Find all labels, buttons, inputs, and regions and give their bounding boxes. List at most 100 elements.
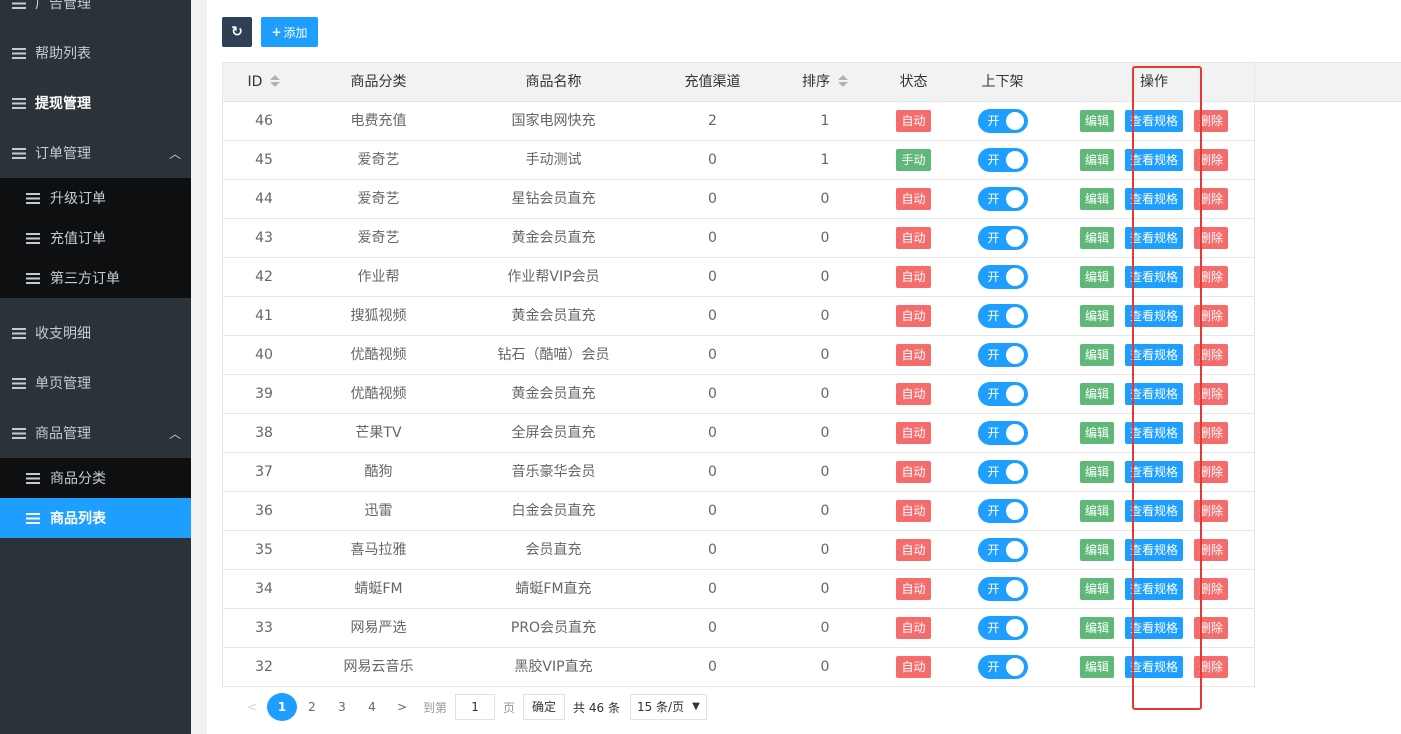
view-spec-button[interactable]: 查看规格 [1125,266,1184,288]
sidebar-item-withdraw[interactable]: 提现管理 [0,78,191,128]
delete-button[interactable]: 删除 [1194,110,1229,132]
view-spec-button[interactable]: 查看规格 [1125,383,1184,405]
cell-category: 蜻蜓FM [354,581,403,597]
status-badge: 自动 [896,227,931,249]
edit-button[interactable]: 编辑 [1080,461,1115,483]
shelf-toggle[interactable]: 开 [977,538,1028,562]
sidebar-item-goods-category[interactable]: 商品分类 [0,458,191,498]
edit-button[interactable]: 编辑 [1080,383,1115,405]
table-row: 44 爱奇艺 星钻会员直充 0 0 自动 开 编辑 查看规格 删除 [223,180,1254,219]
delete-button[interactable]: 删除 [1194,383,1229,405]
view-spec-button[interactable]: 查看规格 [1125,578,1184,600]
edit-button[interactable]: 编辑 [1080,305,1115,327]
sidebar-item-label: 提现管理 [35,96,91,112]
delete-button[interactable]: 删除 [1194,500,1229,522]
delete-button[interactable]: 删除 [1194,149,1229,171]
edit-button[interactable]: 编辑 [1080,344,1115,366]
edit-button[interactable]: 编辑 [1080,617,1115,639]
shelf-toggle[interactable]: 开 [977,304,1028,328]
status-badge: 自动 [896,110,931,132]
sidebar-item-pages[interactable]: 单页管理 [0,358,191,408]
column-header-sort[interactable]: 排序 [770,63,880,102]
page-button[interactable]: 2 [297,693,327,721]
edit-button[interactable]: 编辑 [1080,227,1115,249]
delete-button[interactable]: 删除 [1194,539,1229,561]
edit-button[interactable]: 编辑 [1080,539,1115,561]
delete-button[interactable]: 删除 [1194,656,1229,678]
cell-sort: 1 [820,152,830,168]
table-row: 34 蜻蜓FM 蜻蜓FM直充 0 0 自动 开 编辑 查看规格 删除 [223,570,1254,609]
view-spec-button[interactable]: 查看规格 [1125,617,1184,639]
sidebar-item-label: 单页管理 [35,376,91,392]
status-badge: 自动 [896,344,931,366]
sidebar-item-third-party-orders[interactable]: 第三方订单 [0,258,191,298]
cell-status: 自动 [880,570,947,608]
sidebar-item-upgrade-orders[interactable]: 升级订单 [0,178,191,218]
delete-button[interactable]: 删除 [1194,578,1229,600]
view-spec-button[interactable]: 查看规格 [1125,149,1184,171]
cell-sort: 0 [820,659,830,675]
view-spec-button[interactable]: 查看规格 [1125,305,1184,327]
view-spec-button[interactable]: 查看规格 [1125,539,1184,561]
delete-button[interactable]: 删除 [1194,227,1229,249]
shelf-toggle[interactable]: 开 [977,616,1028,640]
prev-page-button[interactable]: < [237,693,267,721]
view-spec-button[interactable]: 查看规格 [1125,422,1184,444]
edit-button[interactable]: 编辑 [1080,578,1115,600]
refresh-button[interactable]: ↻ [222,17,252,47]
delete-button[interactable]: 删除 [1194,188,1229,210]
shelf-toggle[interactable]: 开 [977,382,1028,406]
page-button-current[interactable]: 1 [267,693,297,721]
view-spec-button[interactable]: 查看规格 [1125,344,1184,366]
add-button[interactable]: + 添加 [261,17,318,47]
view-spec-button[interactable]: 查看规格 [1125,188,1184,210]
edit-button[interactable]: 编辑 [1080,149,1115,171]
delete-button[interactable]: 删除 [1194,461,1229,483]
sidebar-item-recharge-orders[interactable]: 充值订单 [0,218,191,258]
delete-button[interactable]: 删除 [1194,305,1229,327]
edit-button[interactable]: 编辑 [1080,188,1115,210]
view-spec-button[interactable]: 查看规格 [1125,500,1184,522]
next-page-button[interactable]: > [387,693,417,721]
goto-page-input[interactable]: 1 [455,694,496,720]
view-spec-button[interactable]: 查看规格 [1125,227,1184,249]
delete-button[interactable]: 删除 [1194,422,1229,444]
cell-id: 42 [255,269,273,285]
shelf-toggle[interactable]: 开 [977,577,1028,601]
page-size-select[interactable]: 15 条/页 ▼ [629,694,707,720]
view-spec-button[interactable]: 查看规格 [1125,461,1184,483]
view-spec-button[interactable]: 查看规格 [1125,110,1184,132]
sidebar-item-finance[interactable]: 收支明细 [0,308,191,358]
shelf-toggle[interactable]: 开 [977,109,1028,133]
goto-confirm-button[interactable]: 确定 [523,694,566,720]
shelf-toggle[interactable]: 开 [977,460,1028,484]
edit-button[interactable]: 编辑 [1080,110,1115,132]
view-spec-button[interactable]: 查看规格 [1125,656,1184,678]
sidebar-item-ads[interactable]: 广告管理 [0,0,191,28]
sidebar-item-goods[interactable]: 商品管理 ︿ [0,408,191,458]
edit-button[interactable]: 编辑 [1080,422,1115,444]
sort-icon[interactable] [838,75,848,87]
page-button[interactable]: 3 [327,693,357,721]
shelf-toggle[interactable]: 开 [977,343,1028,367]
sidebar-item-goods-list[interactable]: 商品列表 [0,498,191,538]
page-button[interactable]: 4 [357,693,387,721]
sidebar-item-help[interactable]: 帮助列表 [0,28,191,78]
delete-button[interactable]: 删除 [1194,617,1229,639]
shelf-toggle[interactable]: 开 [977,265,1028,289]
column-header-id[interactable]: ID [223,63,305,102]
edit-button[interactable]: 编辑 [1080,656,1115,678]
cell-shelf: 开 [947,453,1058,491]
shelf-toggle[interactable]: 开 [977,499,1028,523]
sort-icon[interactable] [270,75,281,87]
shelf-toggle[interactable]: 开 [977,655,1028,679]
delete-button[interactable]: 删除 [1194,266,1229,288]
shelf-toggle[interactable]: 开 [977,226,1028,250]
edit-button[interactable]: 编辑 [1080,500,1115,522]
shelf-toggle[interactable]: 开 [977,421,1028,445]
shelf-toggle[interactable]: 开 [977,148,1028,172]
sidebar-item-orders[interactable]: 订单管理 ︿ [0,128,191,178]
delete-button[interactable]: 删除 [1194,344,1229,366]
shelf-toggle[interactable]: 开 [977,187,1028,211]
edit-button[interactable]: 编辑 [1080,266,1115,288]
